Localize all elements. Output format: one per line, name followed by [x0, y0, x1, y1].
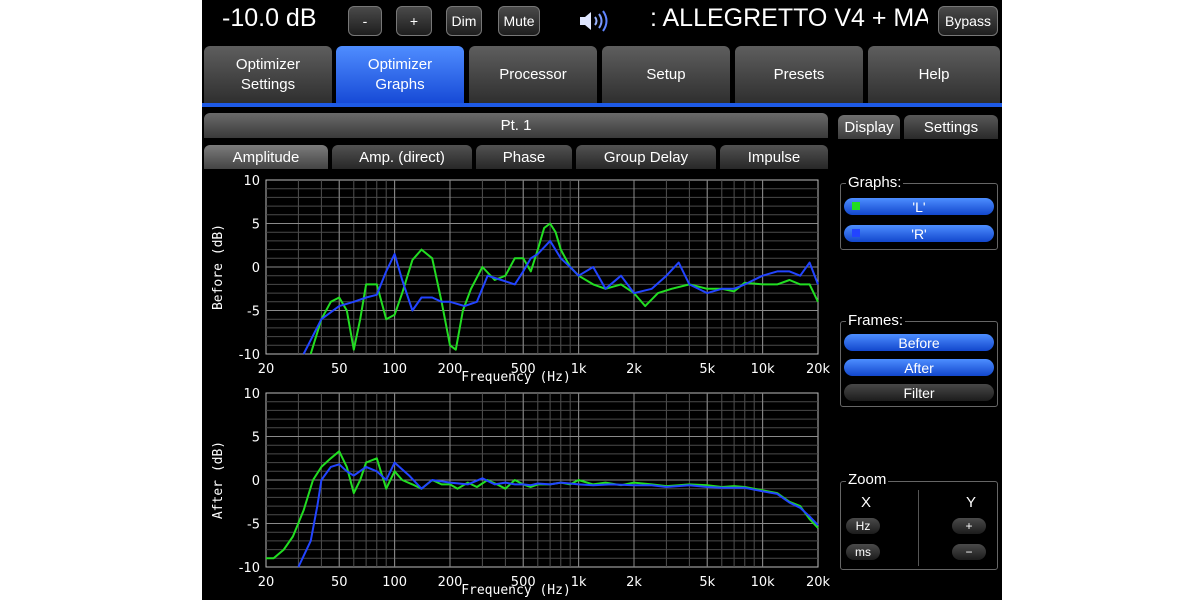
tab-amplitude[interactable]: Amplitude	[204, 145, 328, 169]
tab-processor[interactable]: Processor	[469, 46, 597, 104]
y-tick-label: -10	[239, 561, 260, 576]
frame-toggle-after[interactable]: After	[844, 359, 994, 376]
tab-label: Graphs	[375, 76, 425, 93]
zoom-x-hz-button[interactable]: Hz	[846, 518, 880, 534]
x-tick-label: 200	[438, 362, 463, 377]
x-axis-label: Frequency (Hz)	[461, 370, 571, 385]
x-axis-label: Frequency (Hz)	[461, 583, 571, 598]
tab-optimizer-graphs[interactable]: Optimizer Graphs	[336, 46, 464, 104]
y-tick-label: 0	[252, 261, 260, 276]
y-tick-label: -10	[239, 348, 260, 363]
x-tick-label: 200	[438, 575, 463, 590]
tab-label: Processor	[499, 66, 567, 83]
tab-label: Help	[918, 66, 950, 83]
x-tick-label: 10k	[751, 362, 776, 377]
graphs-label: Graphs:	[846, 174, 904, 191]
optimizer-app: -10.0 dB - + Dim Mute : ALLEGRETTO V4 + …	[202, 0, 1002, 600]
x-tick-label: 2k	[626, 575, 642, 590]
volume-up-button[interactable]: +	[396, 6, 432, 36]
graph-toggle-label: 'R'	[911, 225, 927, 242]
tab-impulse[interactable]: Impulse	[720, 145, 828, 169]
tab-group-delay[interactable]: Group Delay	[576, 145, 716, 169]
dim-button[interactable]: Dim	[446, 6, 482, 36]
y-tick-label: -5	[247, 518, 260, 533]
tab-label: Settings	[240, 76, 296, 93]
zoom-label: Zoom	[846, 471, 889, 488]
x-tick-label: 100	[382, 362, 407, 377]
x-tick-label: 5k	[699, 362, 715, 377]
frames-label: Frames:	[846, 312, 906, 329]
zoom-y-label: Y	[966, 494, 977, 511]
tab-label: Presets	[773, 66, 825, 83]
bypass-button[interactable]: Bypass	[938, 6, 998, 36]
zoom-y-out-button[interactable]: −	[952, 544, 986, 560]
mute-button[interactable]: Mute	[498, 6, 540, 36]
response-graphs: 20 50 100 200 500 1k 2k 5k 10k 20k1050-5-10Freque…	[211, 174, 830, 598]
zoom-divider	[918, 490, 919, 566]
tab-setup[interactable]: Setup	[602, 46, 730, 104]
tab-phase[interactable]: Phase	[476, 145, 572, 169]
zoom-x-ms-button[interactable]: ms	[846, 544, 880, 560]
y-tick-label: 5	[252, 431, 260, 446]
tab-side-settings[interactable]: Settings	[904, 115, 998, 139]
tab-presets[interactable]: Presets	[735, 46, 863, 104]
x-tick-label: 5k	[699, 575, 715, 590]
device-title: : ALLEGRETTO V4 + MAI	[650, 4, 928, 32]
tab-optimizer-settings[interactable]: Optimizer Settings	[204, 46, 332, 104]
tab-help[interactable]: Help	[868, 46, 1000, 104]
volume-down-button[interactable]: -	[348, 6, 382, 36]
series-l-swatch	[852, 202, 860, 210]
y-tick-label: -5	[247, 305, 260, 320]
graph-toggle-r[interactable]: 'R'	[844, 225, 994, 242]
x-tick-label: 100	[382, 575, 407, 590]
graph-toggle-label: 'L'	[912, 198, 926, 215]
x-tick-label: 1k	[571, 362, 587, 377]
volume-readout: -10.0 dB	[222, 4, 317, 32]
x-tick-label: 1k	[571, 575, 587, 590]
y-tick-label: 10	[243, 387, 260, 402]
series-r-swatch	[852, 229, 860, 237]
before-graph: 20 50 100 200 500 1k 2k 5k 10k 20k1050-5-10Freque…	[211, 174, 830, 385]
x-tick-label: 50	[331, 575, 348, 590]
zoom-y-in-button[interactable]: +	[952, 518, 986, 534]
after-graph: 20 50 100 200 500 1k 2k 5k 10k 20k1050-5-10Freque…	[211, 387, 830, 598]
x-tick-label: 20	[258, 575, 275, 590]
x-tick-label: 2k	[626, 362, 642, 377]
tab-amp-direct[interactable]: Amp. (direct)	[332, 145, 472, 169]
tab-label: Optimizer	[367, 56, 433, 73]
y-tick-label: 0	[252, 474, 260, 489]
graph-toggle-l[interactable]: 'L'	[844, 198, 994, 215]
frame-toggle-filter[interactable]: Filter	[844, 384, 994, 401]
tab-display[interactable]: Display	[838, 115, 900, 139]
y-tick-label: 10	[243, 174, 260, 189]
tab-label: Setup	[646, 66, 686, 83]
x-tick-label: 20k	[806, 362, 830, 377]
x-tick-label: 50	[331, 362, 348, 377]
point-selector[interactable]: Pt. 1	[204, 113, 828, 138]
y-tick-label: 5	[252, 218, 260, 233]
zoom-x-label: X	[861, 494, 872, 511]
y-axis-label: Before (dB)	[211, 224, 226, 310]
speaker-icon[interactable]	[578, 10, 610, 32]
frame-toggle-before[interactable]: Before	[844, 334, 994, 351]
tab-underline	[202, 103, 1002, 107]
tab-label: Optimizer	[235, 56, 301, 73]
x-tick-label: 10k	[751, 575, 776, 590]
x-tick-label: 20	[258, 362, 275, 377]
x-tick-label: 20k	[806, 575, 830, 590]
y-axis-label: After (dB)	[211, 441, 226, 519]
